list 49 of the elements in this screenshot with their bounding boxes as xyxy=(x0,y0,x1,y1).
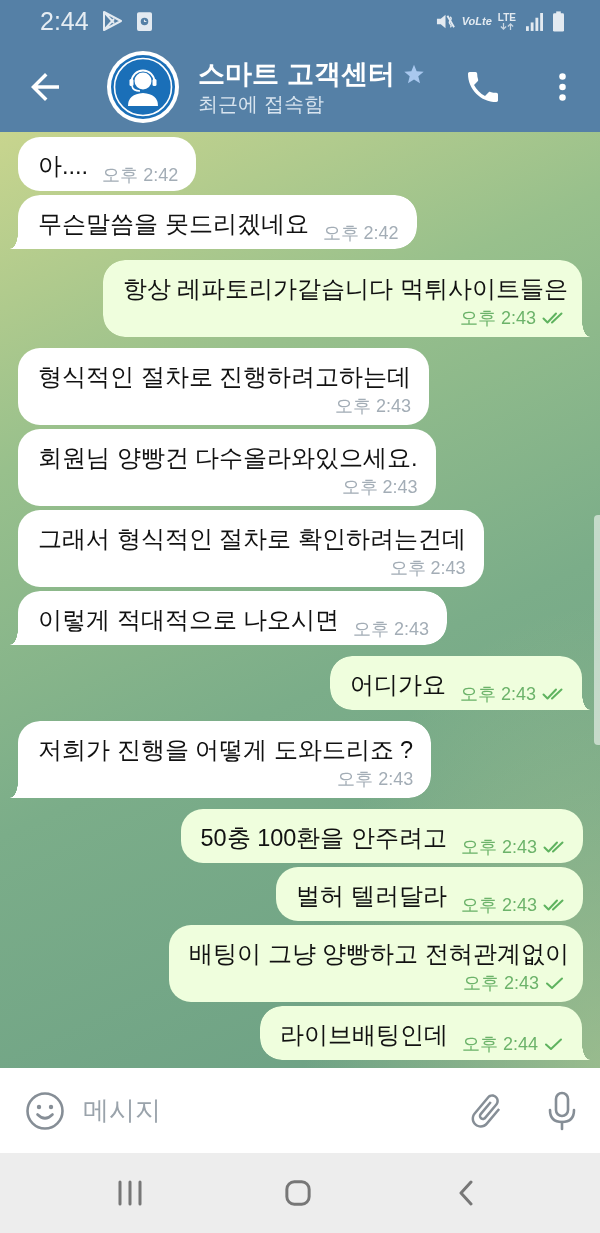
chat-title: 스마트 고객센터 xyxy=(198,58,395,91)
message-time: 오후 2:43 xyxy=(459,684,536,704)
message-time: 오후 2:43 xyxy=(337,769,414,789)
message-time: 오후 2:43 xyxy=(335,396,412,416)
play-triangle-icon xyxy=(100,10,123,32)
star-icon xyxy=(402,63,425,85)
message-time: 오후 2:43 xyxy=(462,973,539,993)
microphone-icon xyxy=(547,1090,577,1131)
phone-icon xyxy=(468,72,498,102)
message-text: 무슨말씀을 못드리겠네요 xyxy=(38,210,309,239)
message-time: 오후 2:42 xyxy=(102,165,179,185)
message-text: 이렇게 적대적으로 나오시면 xyxy=(38,606,340,635)
message-time: 오후 2:42 xyxy=(322,223,399,243)
message-text: 아.... xyxy=(38,152,89,181)
data-arrows-icon xyxy=(499,23,514,30)
message-time: 오후 2:43 xyxy=(389,558,466,578)
square-clock-icon xyxy=(136,11,152,31)
more-options-icon xyxy=(558,73,566,101)
network-label: LTE xyxy=(497,12,516,23)
message-text: 저희가 진행을 어떻게 도와드리죠 ? xyxy=(38,736,414,765)
message-text: 라이브배팅인데 xyxy=(279,1021,448,1050)
message-text: 형식적인 절차로 진행하려고하는데 xyxy=(38,363,412,392)
chevron-left-icon xyxy=(458,1180,474,1206)
last-seen-status: 최근에 접속함 xyxy=(198,92,325,117)
message-time: 오후 2:43 xyxy=(341,477,418,497)
signal-icon xyxy=(526,11,543,31)
message-text: 50충 100환을 안주려고 xyxy=(200,824,447,853)
message-text: 항상 레파토리가같습니다 먹튀사이트들은 xyxy=(122,275,568,304)
status-time: 2:44 xyxy=(40,7,89,35)
message-text: 회원님 양빵건 다수올라와있으세요. xyxy=(38,444,418,473)
headset-avatar-icon[interactable] xyxy=(107,51,179,123)
back-arrow-icon xyxy=(31,73,59,101)
message-time: 오후 2:43 xyxy=(460,837,537,857)
message-input[interactable]: 메시지 xyxy=(83,1088,464,1133)
message-time: 오후 2:43 xyxy=(459,308,536,328)
message-text: 그래서 형식적인 절차로 확인하려는건데 xyxy=(38,525,466,554)
home-icon xyxy=(285,1180,311,1206)
message-text: 벌허 텔러달라 xyxy=(296,882,447,911)
message-text: 어디가요 xyxy=(349,671,446,700)
battery-icon xyxy=(553,10,564,32)
recent-apps-icon xyxy=(117,1180,143,1206)
emoji-button[interactable] xyxy=(25,1090,65,1131)
scrollbar-thumb[interactable] xyxy=(594,515,600,745)
message-time: 오후 2:43 xyxy=(353,619,430,639)
volte-label: VoLte xyxy=(461,15,492,27)
message-time: 오후 2:43 xyxy=(460,895,537,915)
smiley-icon xyxy=(26,1091,64,1130)
message-text: 배팅이 그냥 양빵하고 전혀관계없이 xyxy=(189,940,569,969)
message-time: 오후 2:44 xyxy=(461,1034,538,1054)
